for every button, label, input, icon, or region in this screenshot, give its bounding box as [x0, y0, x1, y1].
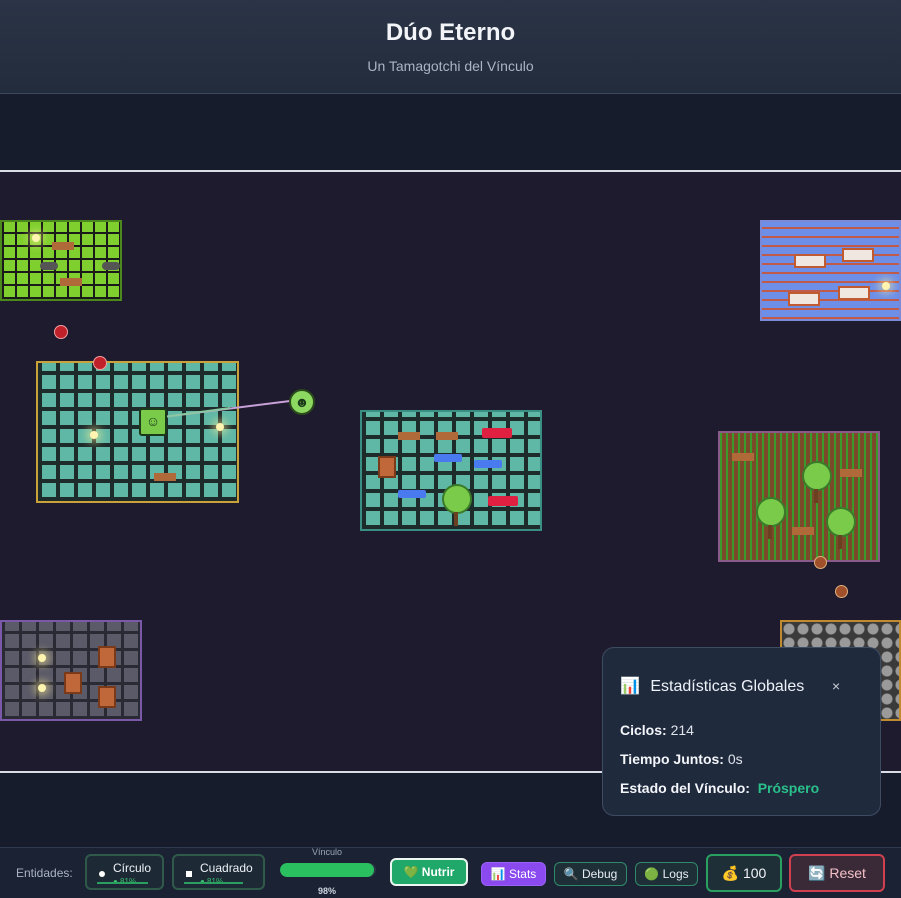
chart-icon: 📊: [620, 678, 640, 695]
circle-icon: [99, 871, 105, 877]
stats-button[interactable]: 📊 Stats: [481, 862, 546, 886]
food-item[interactable]: [54, 325, 68, 339]
stat-cycles: Ciclos: 214: [620, 722, 694, 738]
debug-button[interactable]: 🔍 Debug: [554, 862, 627, 886]
entity-square-button[interactable]: Cuadrado ● 81%: [172, 854, 265, 890]
food-item[interactable]: [814, 556, 827, 569]
bond-meter-fill: [280, 863, 375, 877]
food-item[interactable]: [93, 356, 107, 370]
bond-percent: 98%: [318, 886, 337, 896]
entity-circle-button[interactable]: Círculo ● 81%: [85, 854, 164, 890]
stat-time-together: Tiempo Juntos: 0s: [620, 751, 743, 767]
money-counter[interactable]: 💰 100: [706, 854, 782, 892]
bond-label: Vínculo: [312, 847, 343, 857]
square-icon: [186, 871, 192, 877]
reset-button[interactable]: 🔄 Reset: [789, 854, 885, 892]
logs-button[interactable]: 🟢 Logs: [635, 862, 698, 886]
health-bar: [184, 882, 243, 884]
stats-panel: 📊 Estadísticas Globales × Ciclos: 214 Ti…: [602, 647, 881, 816]
entity-circle[interactable]: ☻: [289, 389, 315, 415]
toolbar: Entidades: Círculo ● 81% Cuadrado ● 81% …: [0, 847, 901, 898]
bond-meter: [280, 863, 376, 877]
app-header: Dúo Eterno Un Tamagotchi del Vínculo: [0, 0, 901, 94]
app-title: Dúo Eterno: [385, 19, 516, 46]
stat-bond-state: Estado del Vínculo: Próspero: [620, 780, 820, 796]
food-item[interactable]: [835, 585, 848, 598]
feed-button[interactable]: 💚 Nutrir: [390, 858, 468, 886]
stats-title: 📊 Estadísticas Globales: [620, 678, 805, 695]
entities-label: Entidades:: [16, 866, 73, 880]
close-icon[interactable]: ×: [832, 678, 840, 694]
app-subtitle: Un Tamagotchi del Vínculo: [367, 58, 534, 74]
top-band: [0, 94, 901, 172]
entity-square[interactable]: ☺: [139, 408, 167, 436]
health-bar: [97, 882, 148, 884]
